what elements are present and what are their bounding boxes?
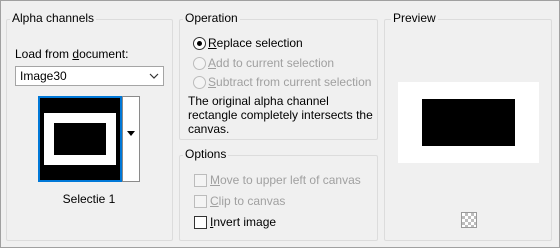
options-title: Options [183,147,229,161]
add-to-selection-label: Add to current selection [208,56,335,70]
preview-canvas [398,82,539,163]
operation-description: The original alpha channel rectangle com… [188,94,373,136]
document-select-value: Image30 [20,69,67,83]
dropdown-arrow-icon [127,131,135,136]
radio-indicator[interactable] [193,57,206,70]
replace-selection-label: Replace selection [208,36,303,50]
alpha-channels-title: Alpha channels [10,11,97,25]
chevron-down-icon [149,69,159,86]
operation-title: Operation [183,11,240,25]
channel-thumbnail-picker[interactable] [38,96,140,182]
move-to-upper-left-label: Move to upper left of canvas [210,173,361,187]
preview-title: Preview [391,11,438,25]
thumbnail-dropdown-button[interactable] [122,96,140,182]
thumbnail-canvas [44,113,116,165]
transparency-checker-icon[interactable] [461,212,477,228]
thumbnail-label: Selectie 1 [62,192,116,206]
checkbox-indicator[interactable] [194,195,207,208]
document-select[interactable]: Image30 [15,66,164,86]
radio-indicator[interactable] [193,76,206,89]
channel-thumbnail[interactable] [38,96,122,182]
preview-selection-rect [422,99,515,146]
subtract-from-selection-label: Subtract from current selection [208,75,372,89]
checkbox-indicator[interactable] [194,216,207,229]
radio-indicator[interactable] [193,37,206,50]
checkbox-indicator[interactable] [194,174,207,187]
thumbnail-selection-rect [54,123,106,155]
invert-image-label: Invert image [210,215,277,229]
load-from-document-label: Load from document: [15,47,129,61]
clip-to-canvas-label: Clip to canvas [210,194,286,208]
